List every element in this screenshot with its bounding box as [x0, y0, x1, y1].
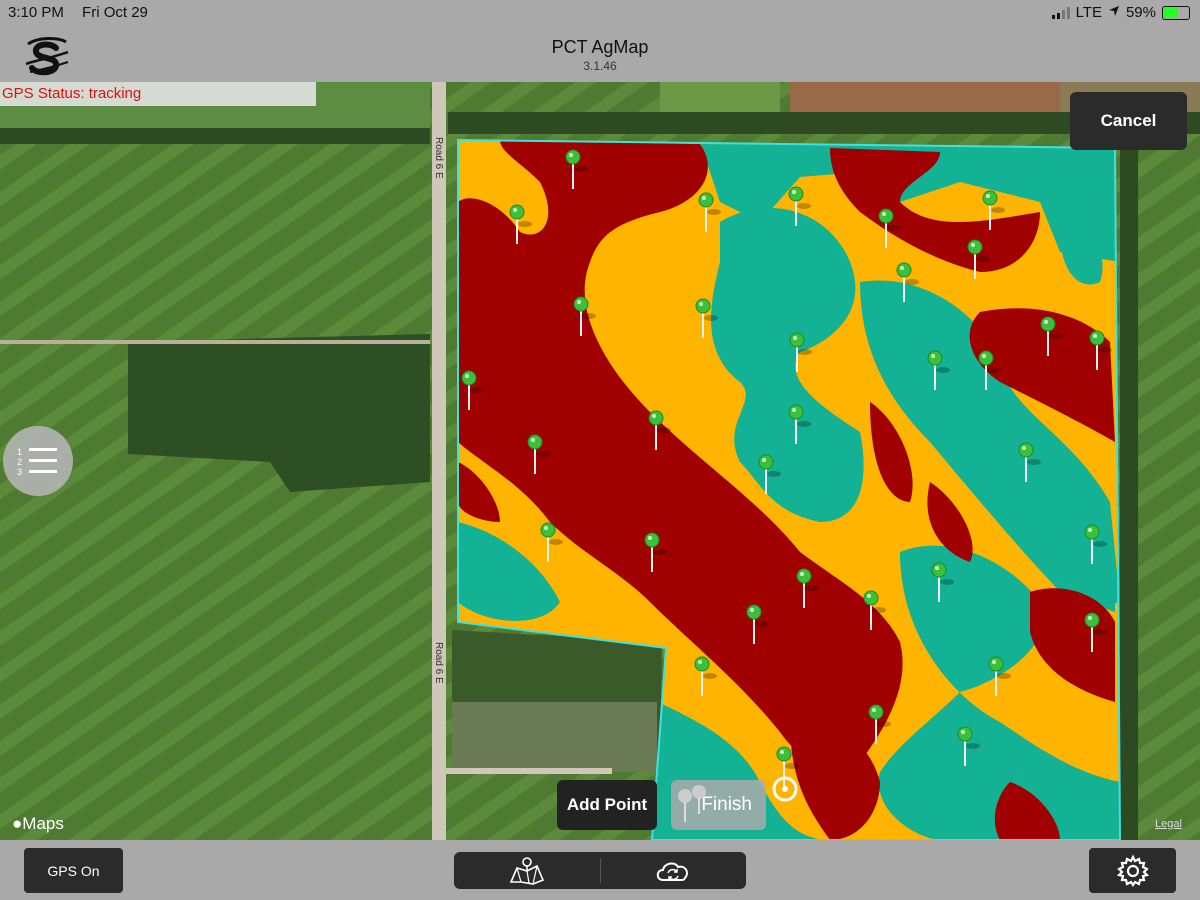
- sample-pin[interactable]: [746, 604, 769, 644]
- gps-status-banner: GPS Status: tracking: [0, 82, 316, 106]
- battery-charging-icon: [1162, 5, 1190, 20]
- pin-pair-icon: [678, 785, 706, 822]
- sample-pin[interactable]: [863, 590, 886, 630]
- location-arrow-icon: [1108, 4, 1120, 21]
- sample-pin[interactable]: [978, 350, 1001, 390]
- sample-pin[interactable]: [788, 186, 811, 226]
- sample-pin[interactable]: [1040, 316, 1063, 356]
- sample-pin[interactable]: [967, 239, 990, 279]
- settings-button[interactable]: [1089, 848, 1176, 893]
- svg-text:2: 2: [17, 457, 22, 467]
- app-title: PCT AgMap: [551, 37, 649, 57]
- svg-text:3: 3: [17, 467, 22, 477]
- sample-pin[interactable]: [644, 532, 667, 572]
- svg-text:1: 1: [17, 447, 22, 457]
- sample-pin[interactable]: [1089, 330, 1112, 370]
- sample-pin[interactable]: [758, 454, 781, 494]
- signal-bars-icon: [1051, 6, 1070, 19]
- sample-pin[interactable]: [878, 208, 901, 248]
- sample-pin[interactable]: [789, 332, 812, 372]
- map-sync-segment: [454, 852, 746, 889]
- apple-maps-attribution: ●Maps: [12, 814, 64, 833]
- cloud-sync-button[interactable]: [600, 852, 746, 889]
- sample-pin[interactable]: [957, 726, 980, 766]
- legal-link[interactable]: Legal: [1155, 818, 1182, 830]
- numbered-list-icon: 1 2 3: [17, 447, 57, 477]
- sample-pin[interactable]: [461, 370, 484, 410]
- sample-pin[interactable]: [573, 296, 596, 336]
- sample-pin[interactable]: [509, 204, 532, 244]
- field-map[interactable]: GPS Status: tracking Cancel 1 2 3 Add Po…: [0, 82, 1200, 840]
- app-header: PCT AgMap 3.1.46: [0, 26, 1200, 82]
- current-location-icon: [772, 776, 798, 802]
- sample-pin[interactable]: [796, 568, 819, 608]
- sample-pin[interactable]: [1084, 524, 1107, 564]
- status-time: 3:10 PM: [8, 4, 64, 21]
- sample-pin[interactable]: [695, 298, 718, 338]
- sample-pin[interactable]: [565, 149, 588, 189]
- bottom-toolbar: GPS On: [0, 840, 1200, 900]
- finish-button[interactable]: Finish: [671, 780, 766, 830]
- sample-pin[interactable]: [868, 704, 891, 744]
- ios-status-bar: 3:10 PM Fri Oct 29 LTE 59%: [0, 0, 1200, 26]
- status-date: Fri Oct 29: [82, 4, 148, 21]
- numbered-list-button[interactable]: 1 2 3: [3, 426, 73, 496]
- app-version: 3.1.46: [583, 59, 617, 73]
- apple-logo-icon: ●: [12, 814, 23, 833]
- sample-pin[interactable]: [927, 350, 950, 390]
- sample-pin[interactable]: [694, 656, 717, 696]
- sample-pin[interactable]: [788, 404, 811, 444]
- field-map-button[interactable]: [454, 852, 600, 889]
- sample-pin[interactable]: [982, 190, 1005, 230]
- network-type: LTE: [1075, 4, 1102, 21]
- road-label-south: Road 6 E: [433, 642, 444, 684]
- sample-pin[interactable]: [540, 522, 563, 562]
- sample-pin[interactable]: [896, 262, 919, 302]
- sample-pin[interactable]: [931, 562, 954, 602]
- sample-pin[interactable]: [648, 410, 671, 450]
- sample-pin[interactable]: [527, 434, 550, 474]
- gear-icon: [1116, 854, 1149, 887]
- field-map-icon: [509, 856, 545, 885]
- sample-pin[interactable]: [698, 192, 721, 232]
- sample-pin[interactable]: [1084, 612, 1107, 652]
- road-label-north: Road 6 E: [433, 137, 444, 179]
- add-point-button[interactable]: Add Point: [557, 780, 657, 830]
- gps-on-button[interactable]: GPS On: [24, 848, 123, 893]
- cancel-button[interactable]: Cancel: [1070, 92, 1187, 150]
- sample-pin[interactable]: [1018, 442, 1041, 482]
- battery-percent: 59%: [1125, 4, 1156, 21]
- sample-pin[interactable]: [988, 656, 1011, 696]
- cloud-sync-icon: [656, 861, 688, 881]
- sample-pins: [461, 149, 1112, 786]
